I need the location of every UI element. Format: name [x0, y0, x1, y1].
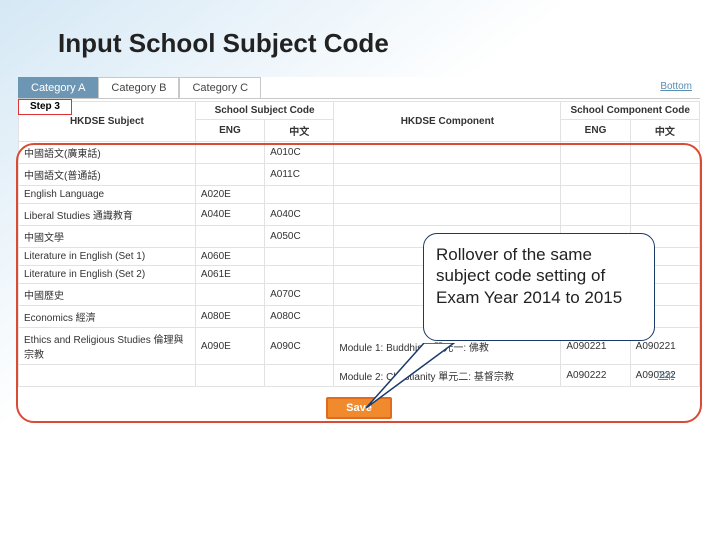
th-chi: 中文: [265, 120, 334, 142]
cell-subject: 中國文學: [19, 226, 196, 248]
cell-eng[interactable]: A020E: [195, 186, 264, 204]
cell-comp-eng[interactable]: [561, 142, 630, 164]
th-eng: ENG: [195, 120, 264, 142]
cell-eng[interactable]: [195, 226, 264, 248]
cell-chi[interactable]: [265, 186, 334, 204]
cell-comp-eng[interactable]: [561, 164, 630, 186]
top-link[interactable]: Top: [658, 370, 674, 381]
table-row: Module 2: Christianity 單元二: 基督宗教A090222A…: [19, 365, 700, 387]
cell-subject: 中國歷史: [19, 284, 196, 306]
cell-subject: English Language: [19, 186, 196, 204]
th-school-subject-code: School Subject Code: [195, 102, 334, 120]
tab-category-a[interactable]: Category A: [18, 77, 98, 98]
cell-chi[interactable]: A090C: [265, 328, 334, 365]
cell-eng[interactable]: A040E: [195, 204, 264, 226]
cell-chi[interactable]: A070C: [265, 284, 334, 306]
cell-subject: 中國語文(普通話): [19, 164, 196, 186]
table-row: 中國語文(廣東話) A010C: [19, 142, 700, 164]
tabs: Category A Category B Category C: [18, 77, 700, 98]
cell-eng[interactable]: [195, 142, 264, 164]
cell-eng[interactable]: [195, 365, 264, 387]
cell-chi[interactable]: A011C: [265, 164, 334, 186]
th-comp-chi: 中文: [630, 120, 699, 142]
th-school-component-code: School Component Code: [561, 102, 700, 120]
cell-comp-chi[interactable]: [630, 204, 699, 226]
callout-tail-icon: [366, 343, 456, 413]
cell-eng[interactable]: A061E: [195, 266, 264, 284]
cell-chi[interactable]: A010C: [265, 142, 334, 164]
th-hkdse-component: HKDSE Component: [334, 102, 561, 142]
cell-chi[interactable]: A040C: [265, 204, 334, 226]
cell-chi[interactable]: [265, 266, 334, 284]
cell-comp-chi[interactable]: [630, 164, 699, 186]
cell-eng[interactable]: A090E: [195, 328, 264, 365]
cell-chi[interactable]: [265, 248, 334, 266]
cell-eng[interactable]: [195, 284, 264, 306]
cell-chi[interactable]: A050C: [265, 226, 334, 248]
cell-subject: Literature in English (Set 1): [19, 248, 196, 266]
cell-component: [334, 186, 561, 204]
cell-eng[interactable]: A080E: [195, 306, 264, 328]
cell-comp-eng[interactable]: A090222: [561, 365, 630, 387]
cell-eng[interactable]: A060E: [195, 248, 264, 266]
table-row: 中國語文(普通話) A011C: [19, 164, 700, 186]
cell-chi[interactable]: [265, 365, 334, 387]
panel: Category A Category B Category C Bottom …: [18, 77, 700, 423]
bottom-link[interactable]: Bottom: [660, 81, 692, 92]
cell-component: [334, 142, 561, 164]
tab-category-c[interactable]: Category C: [179, 77, 261, 98]
cell-subject: [19, 365, 196, 387]
cell-comp-eng[interactable]: [561, 186, 630, 204]
slide-title: Input School Subject Code: [0, 0, 720, 77]
th-comp-eng: ENG: [561, 120, 630, 142]
cell-subject: Literature in English (Set 2): [19, 266, 196, 284]
table-row: Liberal Studies 通識教育A040EA040C: [19, 204, 700, 226]
cell-component: [334, 204, 561, 226]
cell-comp-chi[interactable]: [630, 142, 699, 164]
tab-category-b[interactable]: Category B: [98, 77, 179, 98]
cell-subject: 中國語文(廣東話): [19, 142, 196, 164]
cell-chi[interactable]: A080C: [265, 306, 334, 328]
table-row: English LanguageA020E: [19, 186, 700, 204]
cell-comp-eng[interactable]: [561, 204, 630, 226]
cell-subject: Liberal Studies 通識教育: [19, 204, 196, 226]
save-row: Save: [18, 387, 700, 423]
cell-comp-chi[interactable]: [630, 186, 699, 204]
cell-eng[interactable]: [195, 164, 264, 186]
cell-subject: Ethics and Religious Studies 倫理與宗教: [19, 328, 196, 365]
cell-component: [334, 164, 561, 186]
step3-badge: Step 3: [18, 99, 72, 115]
cell-subject: Economics 經濟: [19, 306, 196, 328]
callout: Rollover of the same subject code settin…: [423, 233, 655, 341]
